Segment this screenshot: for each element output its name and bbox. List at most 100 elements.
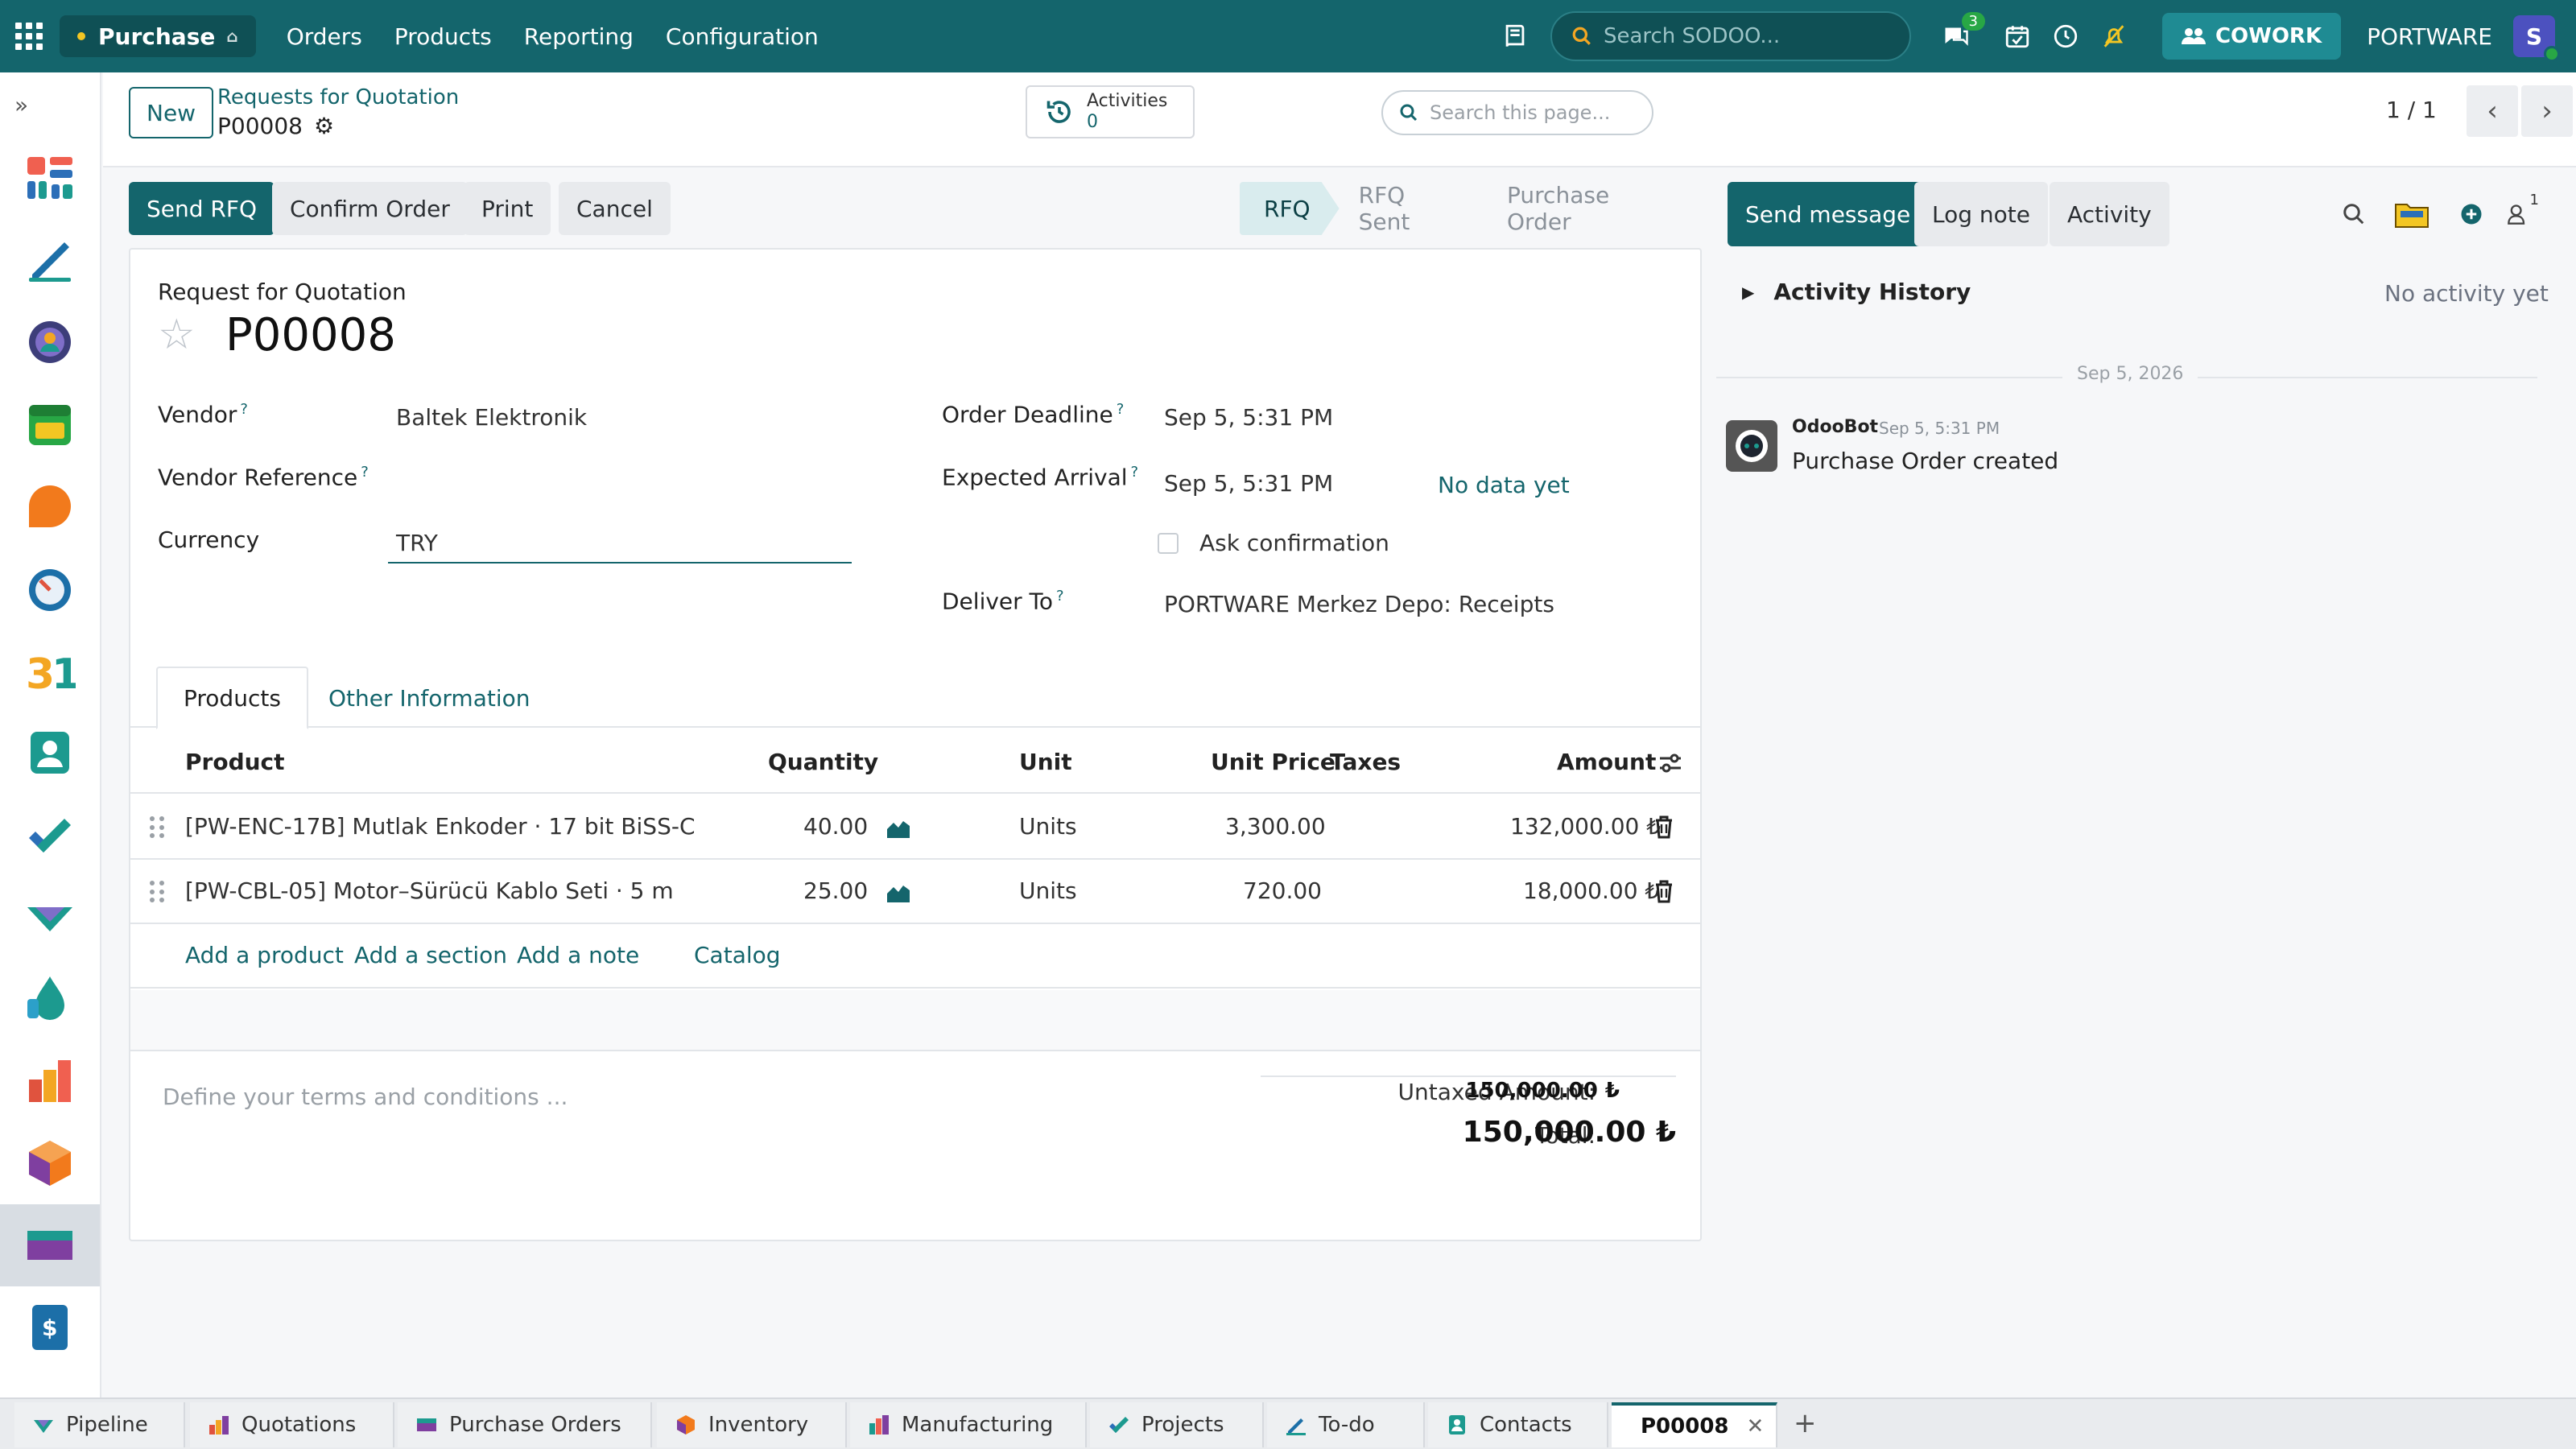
add-note-link[interactable]: Add a note xyxy=(517,942,639,968)
sidebar-app-dashboards[interactable] xyxy=(0,137,100,219)
column-settings-icon[interactable] xyxy=(1658,752,1682,774)
gear-icon[interactable]: ⚙ xyxy=(314,113,334,139)
column-amount[interactable]: Amount xyxy=(1557,749,1656,775)
menu-products[interactable]: Products xyxy=(378,23,508,50)
apps-grid-icon[interactable] xyxy=(13,20,45,52)
line-unit[interactable]: Units xyxy=(1019,813,1077,840)
page-search-input[interactable]: Search this page... xyxy=(1381,90,1653,135)
sidebar-expand-icon[interactable]: » xyxy=(0,72,100,137)
line-product[interactable]: [PW-ENC-17B] Mutlak Enkoder · 17 bit BiS… xyxy=(185,813,696,840)
sidebar-app-calendar[interactable] xyxy=(0,383,100,465)
knowledge-book-icon[interactable] xyxy=(1499,20,1531,52)
trash-icon[interactable] xyxy=(1653,879,1674,903)
menu-reporting[interactable]: Reporting xyxy=(508,23,650,50)
chatter-search-icon[interactable] xyxy=(2336,196,2372,232)
bottom-tab-contacts[interactable]: Contacts xyxy=(1428,1402,1608,1447)
add-product-link[interactable]: Add a product xyxy=(185,942,344,968)
column-product[interactable]: Product xyxy=(185,749,285,775)
activity-history-toggle[interactable]: ▶ Activity History xyxy=(1742,279,1971,305)
sidebar-app-contacts[interactable] xyxy=(0,712,100,794)
vendor-reference-help-icon[interactable]: ? xyxy=(361,464,369,481)
tab-products[interactable]: Products xyxy=(156,667,308,729)
add-follower-icon[interactable] xyxy=(2454,196,2489,232)
print-button[interactable]: Print xyxy=(464,182,551,235)
bottom-tab-pipeline[interactable]: Pipeline xyxy=(14,1402,185,1447)
bottom-tab-manufacturing[interactable]: Manufacturing xyxy=(850,1402,1087,1447)
log-note-button[interactable]: Log note xyxy=(1914,182,2048,246)
menu-orders[interactable]: Orders xyxy=(270,23,378,50)
drag-handle-icon[interactable] xyxy=(150,881,166,903)
currency-field[interactable]: TRY xyxy=(396,530,438,556)
sidebar-app-project[interactable] xyxy=(0,794,100,876)
favorite-star-icon[interactable]: ☆ xyxy=(158,311,196,359)
bottom-tab-inventory[interactable]: Inventory xyxy=(657,1402,847,1447)
sidebar-app-calendar-31[interactable]: 31 xyxy=(0,630,100,712)
activities-button[interactable]: Activities 0 xyxy=(1026,85,1195,138)
chat-icon[interactable]: 3 xyxy=(1940,12,1985,52)
line-unit-price[interactable]: 720.00 xyxy=(1243,877,1322,904)
line-product[interactable]: [PW-CBL-05] Motor–Sürücü Kablo Seti · 5 … xyxy=(185,877,674,904)
table-row[interactable]: [PW-ENC-17B] Mutlak Enkoder · 17 bit BiS… xyxy=(130,795,1700,860)
line-unit-price[interactable]: 3,300.00 xyxy=(1225,813,1326,840)
send-message-button[interactable]: Send message xyxy=(1728,182,1929,246)
bottom-tab-p00008[interactable]: P00008 ✕ xyxy=(1612,1402,1777,1447)
breadcrumb-parent-link[interactable]: Requests for Quotation xyxy=(217,85,459,109)
sidebar-app-crm[interactable] xyxy=(0,876,100,958)
catalog-link[interactable]: Catalog xyxy=(694,942,781,968)
sidebar-app-invoicing[interactable]: $ xyxy=(0,1286,100,1368)
sidebar-app-notes[interactable] xyxy=(0,219,100,301)
current-app-button[interactable]: Purchase ⌂ xyxy=(60,15,256,57)
vendor-help-icon[interactable]: ? xyxy=(240,401,248,418)
cowork-button[interactable]: COWORK xyxy=(2161,13,2342,60)
user-avatar[interactable]: S xyxy=(2513,15,2560,62)
sidebar-app-timesheets[interactable] xyxy=(0,547,100,630)
expected-arrival-help-icon[interactable]: ? xyxy=(1131,464,1139,481)
sidebar-app-manufacturing[interactable] xyxy=(0,1040,100,1122)
stage-purchase-order[interactable]: Purchase Order xyxy=(1473,182,1702,235)
deliver-to-field[interactable]: PORTWARE Merkez Depo: Receipts xyxy=(1164,591,1554,617)
pager-next-icon[interactable]: › xyxy=(2521,85,2573,137)
bottom-tab-quotations[interactable]: Quotations xyxy=(190,1402,394,1447)
bottom-tab-purchase-orders[interactable]: Purchase Orders xyxy=(398,1402,652,1447)
line-quantity[interactable]: 25.00 xyxy=(803,877,868,904)
new-button[interactable]: New xyxy=(129,87,214,138)
add-tab-icon[interactable]: + xyxy=(1794,1407,1817,1439)
pager-value[interactable]: 1 / 1 xyxy=(2386,97,2437,123)
order-deadline-field[interactable]: Sep 5, 5:31 PM xyxy=(1164,404,1333,431)
expected-arrival-field[interactable]: Sep 5, 5:31 PM xyxy=(1164,470,1333,497)
column-unit[interactable]: Unit xyxy=(1019,749,1072,775)
drag-handle-icon[interactable] xyxy=(150,816,166,839)
stage-rfq-sent[interactable]: RFQ Sent xyxy=(1325,182,1488,235)
confirm-order-button[interactable]: Confirm Order xyxy=(272,182,468,235)
line-quantity[interactable]: 40.00 xyxy=(803,813,868,840)
table-row[interactable]: [PW-CBL-05] Motor–Sürücü Kablo Seti · 5 … xyxy=(130,860,1700,924)
sidebar-app-community[interactable] xyxy=(0,301,100,383)
ask-confirmation-checkbox[interactable] xyxy=(1158,533,1179,554)
muted-bell-icon[interactable] xyxy=(2098,20,2130,52)
sidebar-app-discuss[interactable] xyxy=(0,465,100,547)
column-quantity[interactable]: Quantity xyxy=(768,749,878,775)
activity-button[interactable]: Activity xyxy=(2050,182,2169,246)
bottom-tab-projects[interactable]: Projects xyxy=(1090,1402,1264,1447)
forecast-chart-icon[interactable] xyxy=(886,881,911,903)
calendar-icon[interactable] xyxy=(2001,20,2033,52)
trash-icon[interactable] xyxy=(1653,815,1674,839)
line-unit[interactable]: Units xyxy=(1019,877,1077,904)
vendor-field[interactable]: Baltek Elektronik xyxy=(396,404,587,431)
sidebar-app-inventory[interactable] xyxy=(0,1122,100,1204)
close-tab-icon[interactable]: ✕ xyxy=(1747,1414,1765,1439)
message-author[interactable]: OdooBot xyxy=(1792,417,1878,437)
add-section-link[interactable]: Add a section xyxy=(354,942,507,968)
global-search-input[interactable]: Search SODOO... xyxy=(1550,11,1911,61)
company-switcher[interactable]: PORTWARE xyxy=(2367,23,2492,50)
tab-other-information[interactable]: Other Information xyxy=(303,667,555,729)
order-deadline-help-icon[interactable]: ? xyxy=(1117,401,1125,418)
menu-configuration[interactable]: Configuration xyxy=(650,23,835,50)
bottom-tab-todo[interactable]: To-do xyxy=(1267,1402,1425,1447)
deliver-to-help-icon[interactable]: ? xyxy=(1056,588,1064,605)
send-rfq-button[interactable]: Send RFQ xyxy=(129,182,275,235)
pager-previous-icon[interactable]: ‹ xyxy=(2467,85,2518,137)
sidebar-app-drops[interactable] xyxy=(0,958,100,1040)
stage-rfq[interactable]: RFQ xyxy=(1240,182,1340,235)
terms-conditions-input[interactable]: Define your terms and conditions ... xyxy=(163,1084,568,1110)
